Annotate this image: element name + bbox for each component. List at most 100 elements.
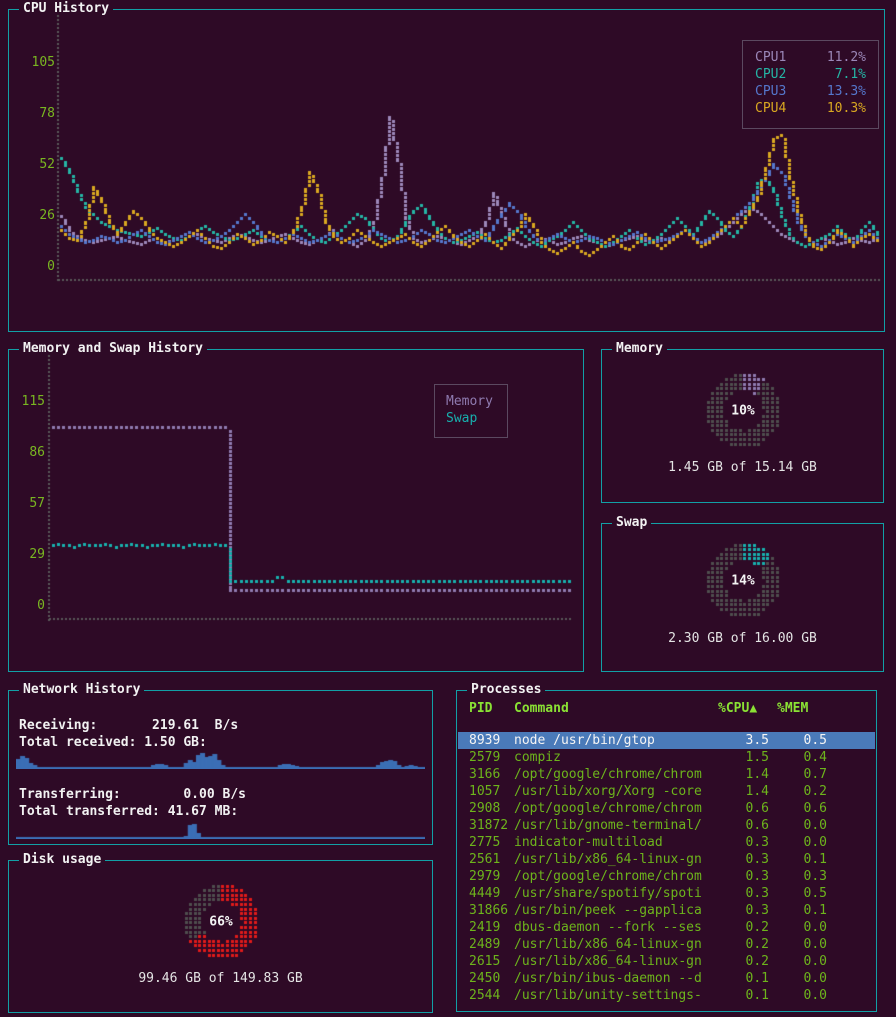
column-header-mem: %MEM [777,700,829,717]
process-cpu: 1.4 [718,783,777,800]
process-mem: 0.0 [777,936,829,953]
process-command: /usr/lib/x86_64-linux-gn [514,953,718,970]
legend-series-value: 7.1% [835,66,866,83]
network-received-sparkline [16,751,425,769]
process-row[interactable]: 31872/usr/lib/gnome-terminal/0.60.0 [458,817,875,834]
network-transferred-sparkline [16,821,425,839]
y-axis-tick: 0 [9,597,45,614]
process-row[interactable]: 2489/usr/lib/x86_64-linux-gn0.20.0 [458,936,875,953]
process-cpu: 0.2 [718,936,777,953]
process-cpu: 0.2 [718,919,777,936]
legend-series-value: 10.3% [827,100,866,117]
process-command: /usr/lib/x86_64-linux-gn [514,936,718,953]
process-command: indicator-multiload [514,834,718,851]
process-mem: 0.5 [777,732,829,749]
process-row[interactable]: 2979/opt/google/chrome/chrom0.30.3 [458,868,875,885]
process-command: node /usr/bin/gtop [514,732,718,749]
network-stat-total-received: Total received: 1.50 GB: [19,734,207,751]
process-pid: 2450 [458,970,514,987]
process-row[interactable]: 2450/usr/bin/ibus-daemon --d0.10.0 [458,970,875,987]
legend-entry: CPU111.2% [753,49,868,66]
network-history-title: Network History [19,682,144,697]
legend-series-name: Memory [446,393,493,410]
process-pid: 31866 [458,902,514,919]
process-cpu: 0.3 [718,902,777,919]
process-cpu: 0.1 [718,970,777,987]
legend-series-name: CPU3 [755,83,786,100]
process-cpu: 0.3 [718,885,777,902]
process-row[interactable]: 2775indicator-multiload0.30.0 [458,834,875,851]
memory-usage-caption: 1.45 GB of 15.14 GB [602,460,883,475]
process-mem: 0.0 [777,987,829,1004]
y-axis-tick: 52 [9,156,55,173]
legend-entry: CPU2 7.1% [753,66,868,83]
process-row[interactable]: 2615/usr/lib/x86_64-linux-gn0.20.0 [458,953,875,970]
memory-swap-history-panel: Memory and Swap History 1158657290 Memor… [8,349,584,672]
process-pid: 1057 [458,783,514,800]
process-pid: 2579 [458,749,514,766]
swap-title: Swap [612,515,651,530]
swap-usage-caption: 2.30 GB of 16.00 GB [602,631,883,646]
processes-title: Processes [467,682,545,697]
process-row[interactable]: 31866/usr/bin/peek --gapplica0.30.1 [458,902,875,919]
process-command: /opt/google/chrome/chrom [514,766,718,783]
process-row[interactable]: 2544/usr/lib/unity-settings-0.10.0 [458,987,875,1004]
column-header-pid: PID [458,700,514,717]
processes-panel: Processes PIDCommand%CPU▲%MEM 8939node /… [456,690,877,1012]
process-mem: 0.4 [777,749,829,766]
process-cpu: 3.5 [718,732,777,749]
legend-series-name: Swap [446,410,477,427]
process-pid: 2979 [458,868,514,885]
process-cpu: 0.3 [718,851,777,868]
y-axis-tick: 78 [9,105,55,122]
legend-series-value: 11.2% [827,49,866,66]
process-command: compiz [514,749,718,766]
process-cpu: 0.6 [718,800,777,817]
process-pid: 2561 [458,851,514,868]
process-row[interactable]: 3166/opt/google/chrome/chrom1.40.7 [458,766,875,783]
y-axis-tick: 86 [9,444,45,461]
process-table-header: PIDCommand%CPU▲%MEM [458,700,875,717]
process-command: /opt/google/chrome/chrom [514,868,718,885]
legend-entry: CPU3 13.3% [753,83,868,100]
process-command: /usr/lib/gnome-terminal/ [514,817,718,834]
process-command: /usr/lib/x86_64-linux-gn [514,851,718,868]
process-pid: 2489 [458,936,514,953]
process-cpu: 1.5 [718,749,777,766]
process-command: /usr/lib/unity-settings- [514,987,718,1004]
sort-ascending-icon: ▲ [749,701,757,716]
disk-percent: 66% [209,915,232,930]
y-axis-tick: 115 [9,393,45,410]
process-row[interactable]: 2908/opt/google/chrome/chrom0.60.6 [458,800,875,817]
process-pid: 2419 [458,919,514,936]
legend-entry: Memory [444,393,498,410]
process-mem: 0.7 [777,766,829,783]
process-row[interactable]: 2561/usr/lib/x86_64-linux-gn0.30.1 [458,851,875,868]
legend-entry: CPU4 10.3% [753,100,868,117]
legend-series-name: CPU4 [755,100,786,117]
memory-percent: 10% [731,404,754,419]
process-pid: 2615 [458,953,514,970]
memory-title: Memory [612,341,667,356]
process-cpu: 0.6 [718,817,777,834]
legend-series-name: CPU2 [755,66,786,83]
cpu-legend: CPU111.2%CPU2 7.1% CPU3 13.3% CPU4 10.3% [742,40,879,129]
process-pid: 2908 [458,800,514,817]
process-pid: 2544 [458,987,514,1004]
swap-panel: Swap 14% 2.30 GB of 16.00 GB [601,523,884,672]
process-pid: 31872 [458,817,514,834]
legend-entry: Swap [444,410,498,427]
process-row[interactable]: 4449/usr/share/spotify/spoti0.30.5 [458,885,875,902]
process-mem: 0.0 [777,970,829,987]
process-command: /usr/bin/peek --gapplica [514,902,718,919]
disk-usage-title: Disk usage [19,852,105,867]
process-command: /opt/google/chrome/chrom [514,800,718,817]
disk-usage-panel: Disk usage 66% 99.46 GB of 149.83 GB [8,860,433,1013]
process-pid: 3166 [458,766,514,783]
process-row[interactable]: 1057/usr/lib/xorg/Xorg -core1.40.2 [458,783,875,800]
process-row[interactable]: 2579compiz1.50.4 [458,749,875,766]
legend-series-value: 13.3% [827,83,866,100]
process-pid: 8939 [458,732,514,749]
process-row[interactable]: 2419dbus-daemon --fork --ses0.20.0 [458,919,875,936]
process-row-selected[interactable]: 8939node /usr/bin/gtop3.50.5 [458,732,875,749]
